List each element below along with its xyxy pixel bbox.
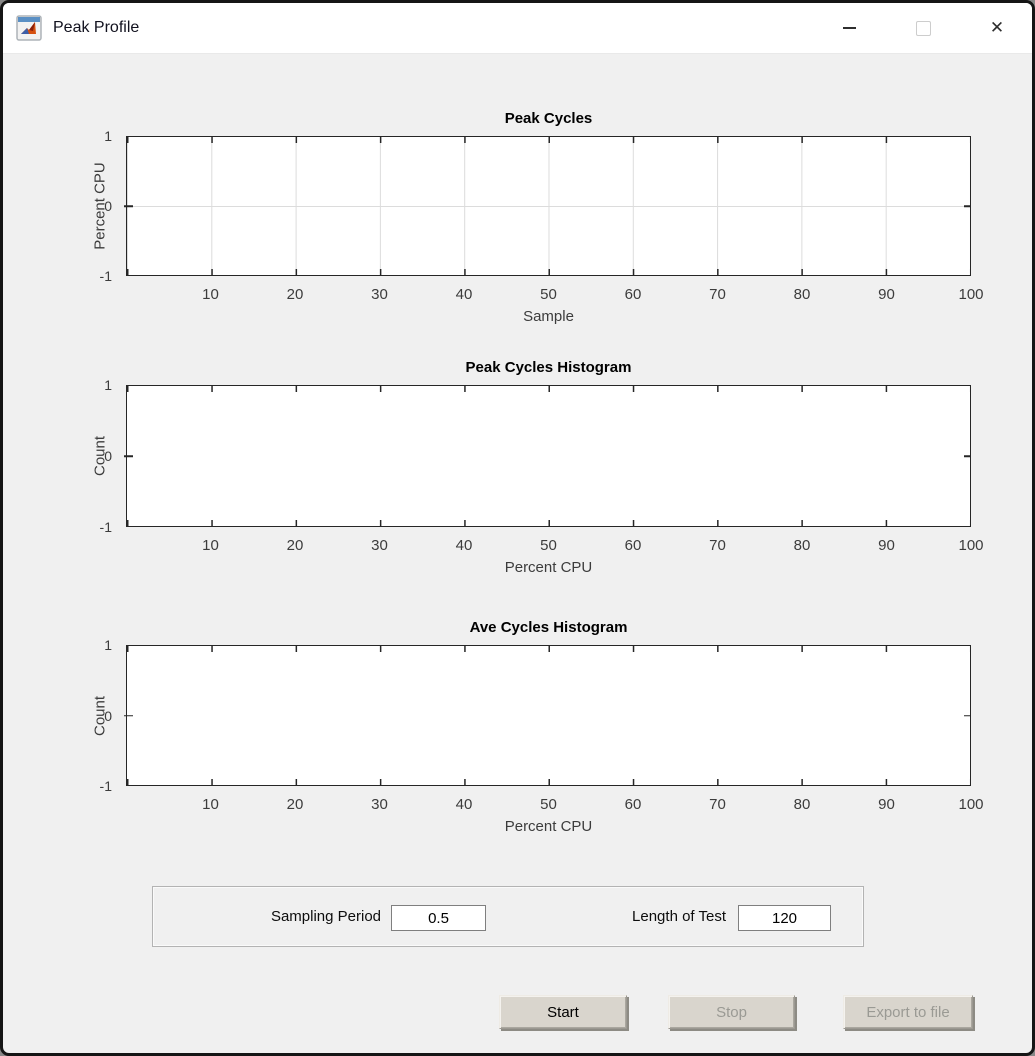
x-tick-label: 20 <box>287 796 304 813</box>
x-tick-label: 100 <box>958 796 983 813</box>
x-tick-label: 90 <box>878 286 895 303</box>
x-tick-label: 30 <box>371 537 388 554</box>
x-tick-label: 90 <box>878 796 895 813</box>
x-axis-label: Percent CPU <box>126 559 971 576</box>
x-axis-label: Percent CPU <box>126 818 971 835</box>
x-tick-labels: 10 20 30 40 50 60 70 80 90 100 <box>126 286 971 304</box>
length-of-test-input[interactable] <box>738 905 831 931</box>
x-tick-label: 50 <box>540 537 557 554</box>
sampling-period-label: Sampling Period <box>193 887 381 946</box>
x-tick-label: 60 <box>625 796 642 813</box>
x-tick-label: 50 <box>540 286 557 303</box>
y-axis-label: Count <box>92 695 109 735</box>
y-tick-label: -1 <box>76 519 112 535</box>
plot-ave-cycles-histogram: Ave Cycles Histogram 1 0 -1 Count 10 20 … <box>126 645 971 786</box>
y-tick-mark <box>124 455 133 457</box>
y-tick-mark <box>964 715 970 717</box>
parameters-panel: Sampling Period Length of Test <box>152 886 864 947</box>
y-tick-label: 1 <box>76 377 112 393</box>
x-tick-label: 60 <box>625 537 642 554</box>
x-tick-label: 90 <box>878 537 895 554</box>
x-tick-label: 10 <box>202 286 219 303</box>
matlab-app-icon <box>16 15 42 41</box>
y-axis-label: Count <box>92 436 109 476</box>
x-tick-label: 50 <box>540 796 557 813</box>
y-tick-mark <box>124 205 133 207</box>
maximize-button <box>895 3 951 53</box>
x-tick-label: 100 <box>958 286 983 303</box>
plot-peak-cycles-histogram: Peak Cycles Histogram 1 0 -1 Count 10 20… <box>126 385 971 527</box>
x-tick-label: 80 <box>794 796 811 813</box>
y-tick-label: -1 <box>76 268 112 284</box>
title-bar: Peak Profile ✕ <box>3 3 1032 54</box>
x-tick-label: 80 <box>794 286 811 303</box>
x-tick-label: 40 <box>456 537 473 554</box>
x-tick-label: 30 <box>371 796 388 813</box>
x-tick-label: 10 <box>202 796 219 813</box>
axes-area <box>126 136 971 276</box>
minimize-icon <box>843 27 856 29</box>
x-axis-label: Sample <box>126 308 971 325</box>
sampling-period-input[interactable] <box>391 905 486 931</box>
x-tick-label: 70 <box>709 796 726 813</box>
peak-profile-window: Peak Profile ✕ Peak Cycles 1 0 -1 Percen… <box>0 0 1035 1056</box>
minimize-button[interactable] <box>821 3 877 53</box>
plot-title: Ave Cycles Histogram <box>126 619 971 636</box>
x-tick-label: 10 <box>202 537 219 554</box>
y-tick-label: -1 <box>76 778 112 794</box>
x-tick-label: 80 <box>794 537 811 554</box>
x-tick-label: 70 <box>709 537 726 554</box>
x-tick-label: 30 <box>371 286 388 303</box>
y-tick-label: 1 <box>76 637 112 653</box>
gridline-y0 <box>127 206 970 207</box>
window-title: Peak Profile <box>53 3 139 53</box>
y-tick-mark <box>124 715 133 717</box>
plot-title: Peak Cycles <box>126 110 971 127</box>
x-tick-label: 40 <box>456 286 473 303</box>
maximize-icon <box>916 21 931 36</box>
y-axis-label: Percent CPU <box>92 162 109 250</box>
y-tick-mark <box>964 205 970 207</box>
plot-peak-cycles: Peak Cycles 1 0 -1 Percent CPU 10 20 30 … <box>126 136 971 276</box>
plot-title: Peak Cycles Histogram <box>126 359 971 376</box>
x-tick-label: 40 <box>456 796 473 813</box>
start-button[interactable]: Start <box>499 995 627 1029</box>
axes-area <box>126 385 971 527</box>
x-tick-label: 20 <box>287 537 304 554</box>
axes-area <box>126 645 971 786</box>
stop-button: Stop <box>668 995 795 1029</box>
x-tick-labels: 10 20 30 40 50 60 70 80 90 100 <box>126 796 971 814</box>
x-tick-label: 100 <box>958 537 983 554</box>
export-to-file-button: Export to file <box>843 995 973 1029</box>
y-tick-mark <box>964 455 970 457</box>
x-tick-label: 70 <box>709 286 726 303</box>
y-tick-label: 1 <box>76 128 112 144</box>
length-of-test-label: Length of Test <box>573 887 726 946</box>
x-tick-label: 20 <box>287 286 304 303</box>
x-tick-label: 60 <box>625 286 642 303</box>
close-button[interactable]: ✕ <box>969 3 1025 53</box>
x-tick-labels: 10 20 30 40 50 60 70 80 90 100 <box>126 537 971 555</box>
